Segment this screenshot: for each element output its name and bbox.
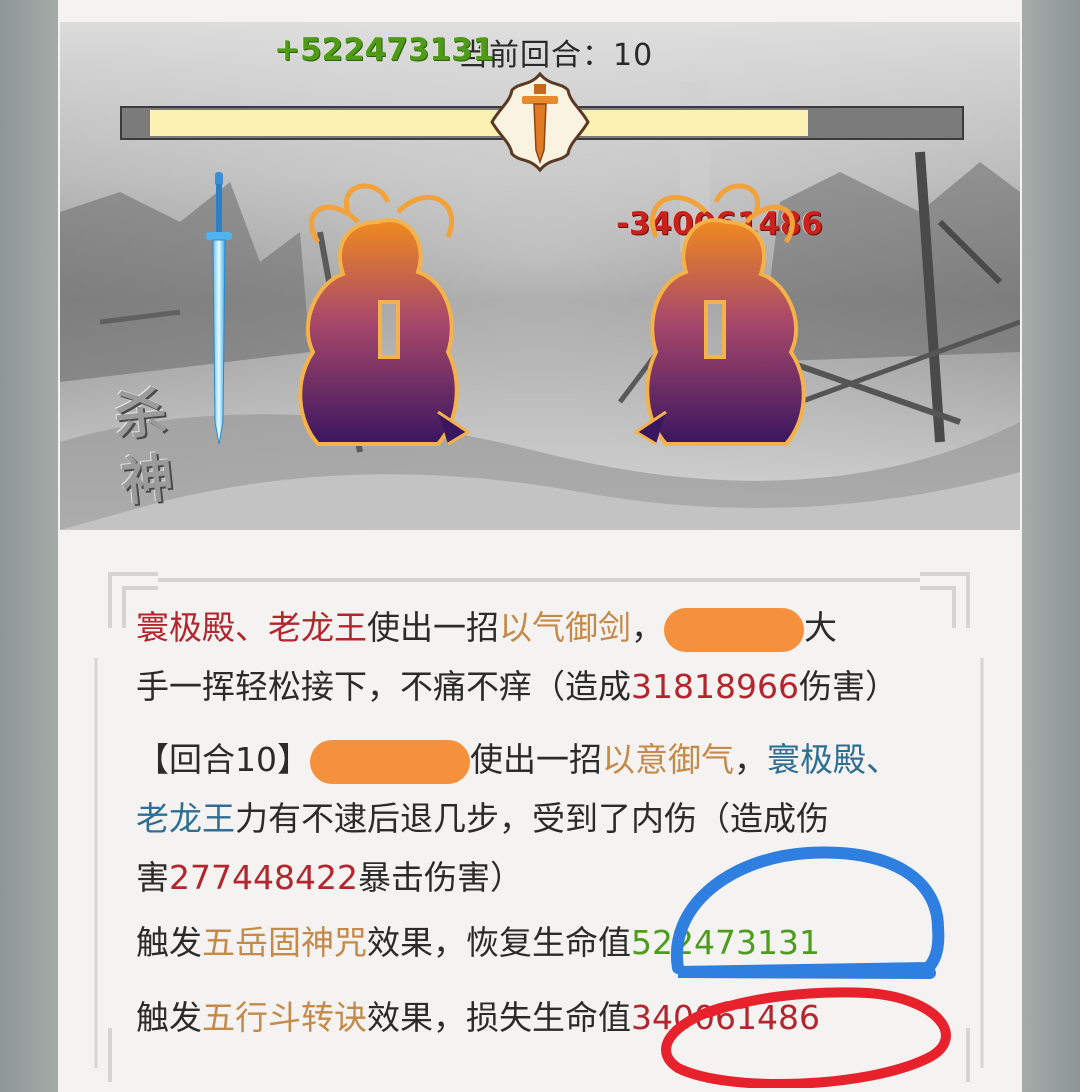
round-progress-fill <box>150 110 808 136</box>
log-entry-3: 触发五岳固神咒效果，恢复生命值522473131 <box>136 923 820 962</box>
round-tag: 【回合10】 <box>136 740 310 779</box>
loss-value: 340061486 <box>631 998 820 1037</box>
battle-card: 当前回合：10 +522473131 -340061486 <box>58 0 1022 1092</box>
log-entry-2: 【回合10】 使出一招以意御气，寰极殿、 老龙王力有不逮后退几步，受到了内伤（造成… <box>136 739 899 897</box>
floating-heal-number: +522473131 <box>274 32 495 68</box>
player-hero-silhouette <box>298 183 471 446</box>
log-entry-4: 触发五行斗转诀效果，损失生命值340061486 <box>136 998 820 1037</box>
sword-emblem-icon <box>490 71 590 173</box>
heal-value: 522473131 <box>631 923 820 962</box>
battle-scene: 当前回合：10 +522473131 -340061486 <box>60 22 1020 530</box>
redacted-name <box>664 607 804 652</box>
blue-sword-icon <box>206 172 232 444</box>
damage-value: 31818966 <box>631 667 799 706</box>
target-name-cont: 老龙王 <box>136 799 235 838</box>
redacted-name <box>310 739 470 784</box>
skill-name: 五行斗转诀 <box>202 998 367 1037</box>
skill-name: 以气御剑 <box>499 608 631 647</box>
damage-value: 277448422 <box>169 858 358 897</box>
skill-name: 五岳固神咒 <box>202 923 367 962</box>
log-entry-1: 寰极殿、老龙王使出一招以气御剑，大 手一挥轻松接下，不痛不痒（造成3181896… <box>136 607 898 706</box>
combat-log: 寰极殿、老龙王使出一招以气御剑，大 手一挥轻松接下，不痛不痒（造成3181896… <box>88 568 990 1088</box>
attacker-name: 寰极殿、老龙王 <box>136 608 367 647</box>
target-name: 寰极殿、 <box>767 740 899 779</box>
skill-name: 以意御气 <box>602 740 734 779</box>
enemy-hero-silhouette <box>633 183 806 446</box>
